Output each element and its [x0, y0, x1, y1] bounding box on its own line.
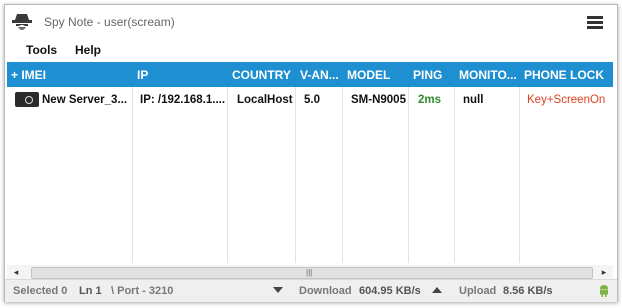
- cell-android-version: 5.0: [304, 94, 320, 106]
- scroll-thumb[interactable]: |||: [31, 267, 593, 279]
- column-header-monitor[interactable]: MONITO...: [459, 68, 517, 82]
- menu-bar: Tools Help: [5, 40, 617, 60]
- upload-speed: 8.56 KB/s: [503, 285, 553, 297]
- cell-imei: New Server_3...: [42, 94, 128, 106]
- scroll-right-icon[interactable]: ▸: [597, 265, 611, 279]
- column-divider: [227, 87, 228, 263]
- download-speed: 604.95 KB/s: [359, 285, 421, 297]
- title-bar: Spy Note - user(scream): [5, 5, 617, 38]
- menu-help[interactable]: Help: [75, 43, 101, 57]
- cell-model: SM-N9005: [351, 94, 406, 106]
- table-header: + IMEI IP COUNTRY V-AN... MODEL PING MON…: [7, 62, 613, 87]
- line-indicator: Ln 1: [79, 285, 102, 297]
- cell-monitor: null: [463, 94, 484, 106]
- column-header-ping[interactable]: PING: [413, 68, 442, 82]
- cell-ip: IP: /192.168.1....: [140, 94, 226, 106]
- menu-tools[interactable]: Tools: [26, 43, 57, 57]
- column-header-ip[interactable]: IP: [137, 68, 148, 82]
- cell-country: LocalHost: [237, 94, 293, 106]
- status-bar: Selected 0 Ln 1 \ Port - 3210 Download 6…: [5, 279, 617, 302]
- download-arrow-icon: [273, 287, 283, 293]
- grip-icon: |||: [306, 268, 313, 277]
- port-indicator: \ Port - 3210: [111, 285, 174, 297]
- selected-count: Selected 0: [13, 285, 68, 297]
- window-title: Spy Note - user(scream): [44, 15, 175, 29]
- column-header-imei[interactable]: + IMEI: [11, 68, 46, 82]
- hamburger-menu-icon[interactable]: [587, 16, 603, 30]
- column-divider: [342, 87, 343, 263]
- spy-note-window: Spy Note - user(scream) Tools Help + IME…: [4, 4, 618, 302]
- upload-arrow-icon: [432, 287, 442, 293]
- spy-hat-icon: [12, 14, 32, 30]
- download-label: Download: [299, 285, 352, 297]
- cell-ping: 2ms: [418, 94, 442, 106]
- column-header-android-version[interactable]: V-AN...: [300, 68, 339, 82]
- cell-phone-lock: Key+ScreenOn: [527, 94, 606, 106]
- column-divider: [408, 87, 409, 263]
- column-divider: [295, 87, 296, 263]
- column-divider: [454, 87, 455, 263]
- horizontal-scrollbar[interactable]: ◂ ||| ▸: [7, 265, 613, 279]
- column-header-phone-lock[interactable]: PHONE LOCK: [524, 68, 604, 82]
- android-icon: [600, 285, 608, 297]
- table-row[interactable]: New Server_3... IP: /192.168.1.... Local…: [7, 89, 613, 111]
- column-header-country[interactable]: COUNTRY: [232, 68, 291, 82]
- column-divider: [132, 87, 133, 263]
- upload-label: Upload: [459, 285, 497, 297]
- scroll-left-icon[interactable]: ◂: [9, 265, 23, 279]
- column-header-model[interactable]: MODEL: [347, 68, 390, 82]
- column-divider: [519, 87, 520, 263]
- device-icon: [15, 92, 39, 107]
